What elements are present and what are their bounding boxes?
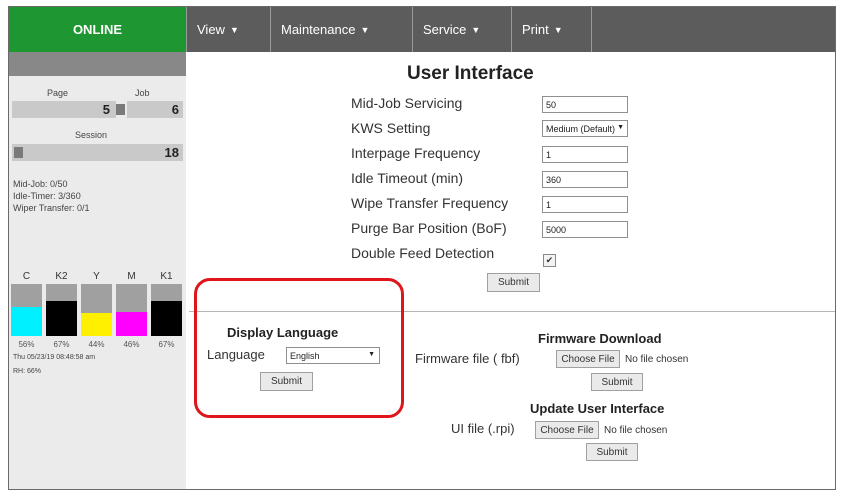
ink-fill-c xyxy=(11,306,42,336)
ui-file-label: UI file (.rpi) xyxy=(451,421,515,436)
purge-bar-position-input[interactable]: 5000 xyxy=(542,221,628,238)
top-nav: View ▼ Maintenance ▼ Service ▼ Print ▼ xyxy=(186,7,835,52)
relative-humidity: RH: 66% xyxy=(13,368,42,375)
session-counter: 18 xyxy=(12,144,183,161)
ink-fill-y xyxy=(81,313,112,336)
page-job-separator xyxy=(116,104,125,115)
dropdown-arrow-icon: ▼ xyxy=(368,351,375,358)
idle-timeout-label: Idle Timeout (min) xyxy=(351,170,464,186)
kws-setting-select[interactable]: Medium (Default) ▼ xyxy=(542,120,628,137)
section-divider xyxy=(189,311,835,312)
page-label: Page xyxy=(47,88,69,98)
menu-service[interactable]: Service ▼ xyxy=(412,7,511,52)
ink-bar-k2 xyxy=(46,284,77,336)
page-value: 5 xyxy=(102,102,110,117)
job-value: 6 xyxy=(171,102,179,117)
ink-bar-y xyxy=(81,284,112,336)
menu-view-label: View xyxy=(197,22,225,37)
language-label: Language xyxy=(207,347,265,362)
language-value: English xyxy=(290,351,320,361)
idle-timer: Idle-Timer: 3/360 xyxy=(13,191,81,201)
display-language-title: Display Language xyxy=(227,325,339,340)
mid-job-servicing-label: Mid-Job Servicing xyxy=(351,95,463,111)
app-frame: ONLINE Page Job 5 6 Session 18 Mid-Job: … xyxy=(8,6,836,490)
checkmark-icon: ✔ xyxy=(545,255,554,265)
firmware-file-label: Firmware file ( fbf) xyxy=(415,351,520,366)
interpage-frequency-label: Interpage Frequency xyxy=(351,145,481,161)
dropdown-arrow-icon: ▼ xyxy=(617,124,624,131)
job-label: Job xyxy=(135,88,150,98)
page-counter: 5 xyxy=(12,101,116,118)
firmware-submit-button[interactable]: Submit xyxy=(591,373,643,391)
double-feed-detection-label: Double Feed Detection xyxy=(351,245,495,261)
ink-fill-m xyxy=(116,312,147,336)
language-select[interactable]: English ▼ xyxy=(286,347,380,364)
wipe-transfer-frequency-label: Wipe Transfer Frequency xyxy=(351,195,509,211)
ink-bar-c xyxy=(11,284,42,336)
menu-print-label: Print xyxy=(522,22,549,37)
ink-label-k2: K2 xyxy=(55,271,68,282)
online-status: ONLINE xyxy=(9,7,186,52)
ui-choose-file-button[interactable]: Choose File xyxy=(535,421,599,439)
session-marker xyxy=(14,147,23,158)
ui-no-file-text: No file chosen xyxy=(604,425,668,436)
job-counter: 6 xyxy=(127,101,183,118)
session-value: 18 xyxy=(164,145,179,160)
ui-submit-button[interactable]: Submit xyxy=(586,443,638,461)
status-panel-header xyxy=(9,52,186,76)
ink-label-k1: K1 xyxy=(160,271,173,282)
session-label: Session xyxy=(75,130,108,140)
kws-setting-label: KWS Setting xyxy=(351,120,431,136)
mid-job-servicing-input[interactable]: 50 xyxy=(542,96,628,113)
ink-label-c: C xyxy=(22,271,31,282)
ink-fill-k1 xyxy=(151,301,182,336)
firmware-choose-file-button[interactable]: Choose File xyxy=(556,350,620,368)
ink-bar-m xyxy=(116,284,147,336)
wipe-transfer-frequency-input[interactable]: 1 xyxy=(542,196,628,213)
user-interface-submit-button[interactable]: Submit xyxy=(487,273,540,292)
mid-job-counter: Mid-Job: 0/50 xyxy=(13,179,68,189)
ink-percent-y: 44% xyxy=(88,340,105,349)
ink-percent-k2: 67% xyxy=(53,340,70,349)
ink-label-m: M xyxy=(127,271,136,282)
menu-maintenance-label: Maintenance xyxy=(281,22,356,37)
ink-fill-k2 xyxy=(46,301,77,336)
status-panel: Page Job 5 6 Session 18 Mid-Job: 0/50 Id… xyxy=(9,52,186,489)
idle-timeout-input[interactable]: 360 xyxy=(542,171,628,188)
chevron-down-icon: ▼ xyxy=(360,24,370,35)
ink-bar-k1 xyxy=(151,284,182,336)
chevron-down-icon: ▼ xyxy=(553,24,563,35)
ink-percent-k1: 67% xyxy=(158,340,175,349)
purge-bar-position-label: Purge Bar Position (BoF) xyxy=(351,220,507,236)
ink-percent-c: 56% xyxy=(18,340,35,349)
page-title: User Interface xyxy=(407,63,534,84)
ink-label-y: Y xyxy=(93,271,100,282)
menu-view[interactable]: View ▼ xyxy=(186,7,270,52)
wiper-transfer: Wiper Transfer: 0/1 xyxy=(13,203,90,213)
menu-print[interactable]: Print ▼ xyxy=(511,7,592,52)
menu-maintenance[interactable]: Maintenance ▼ xyxy=(270,7,412,52)
ink-percent-m: 46% xyxy=(123,340,140,349)
language-submit-button[interactable]: Submit xyxy=(260,372,313,391)
firmware-no-file-text: No file chosen xyxy=(625,354,689,365)
chevron-down-icon: ▼ xyxy=(471,24,481,35)
chevron-down-icon: ▼ xyxy=(229,24,239,35)
kws-setting-value: Medium (Default) xyxy=(546,124,616,134)
firmware-download-title: Firmware Download xyxy=(538,331,662,346)
timestamp: Thu 05/23/19 08:48:58 am xyxy=(13,354,96,361)
update-ui-title: Update User Interface xyxy=(530,401,665,416)
menu-service-label: Service xyxy=(423,22,467,37)
interpage-frequency-input[interactable]: 1 xyxy=(542,146,628,163)
double-feed-detection-checkbox[interactable]: ✔ xyxy=(543,254,556,267)
